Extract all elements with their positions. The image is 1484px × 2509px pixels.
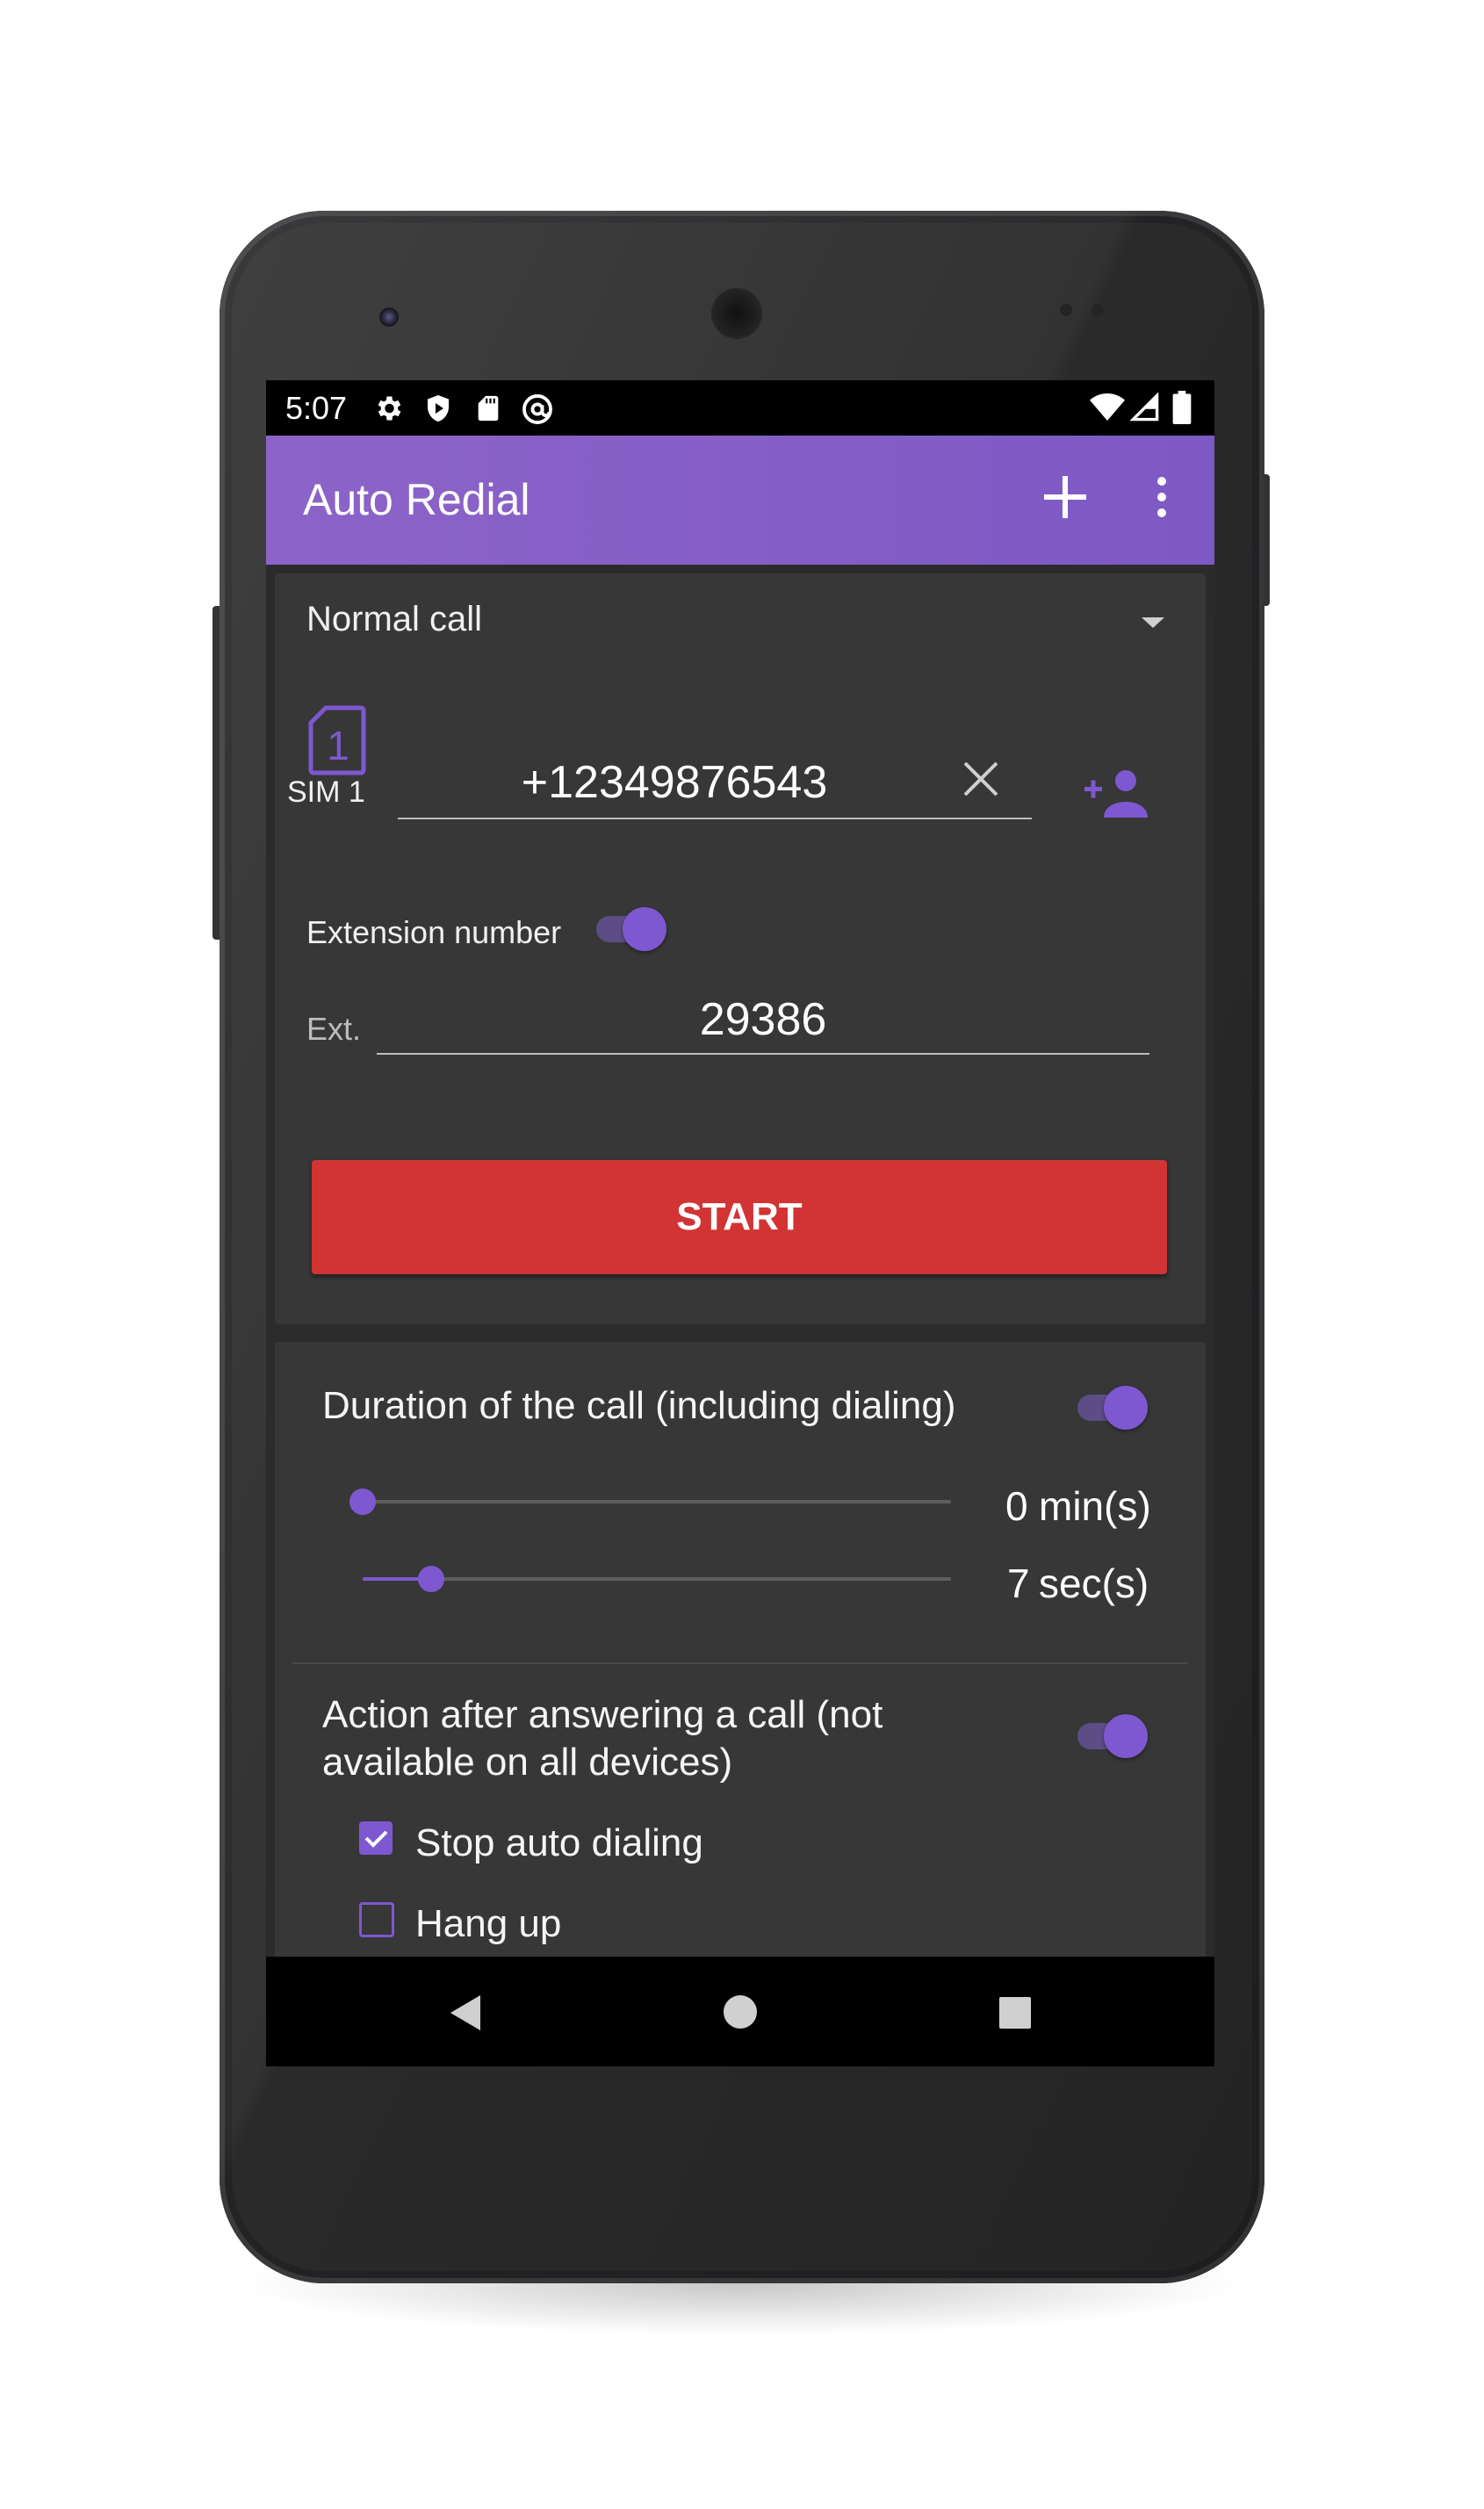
front-camera	[379, 307, 399, 327]
hang-up-checkbox[interactable]	[359, 1902, 394, 1937]
phone-number-value: +12349876543	[521, 757, 828, 808]
call-type-label: Normal call	[306, 600, 483, 638]
option-stop-auto-dialing[interactable]: Stop auto dialing	[359, 1816, 886, 1869]
phone-number-field[interactable]: +12349876543	[398, 749, 1032, 819]
gear-icon	[378, 396, 401, 421]
ext-value: 29386	[699, 994, 827, 1045]
check-icon	[364, 1830, 388, 1848]
sim-number: 1	[327, 723, 349, 768]
minutes-slider-track	[363, 1500, 951, 1503]
add-contact-icon[interactable]	[1081, 768, 1153, 821]
home-icon[interactable]	[722, 1994, 759, 2030]
stop-auto-dialing-label: Stop auto dialing	[415, 1821, 703, 1864]
earpiece-speaker	[711, 288, 762, 339]
sim-card-icon: 1	[308, 705, 366, 775]
seconds-value: 7	[1007, 1561, 1030, 1606]
call-type-dropdown[interactable]: Normal call	[275, 573, 1206, 670]
call-setup-card: Normal call 1 SIM 1 +12349876543 Extensi…	[275, 573, 1206, 1324]
battery-icon	[1172, 391, 1192, 424]
seconds-slider[interactable]	[345, 1560, 951, 1598]
more-vert-icon[interactable]	[1144, 471, 1179, 523]
options-card: Duration of the call (including dialing)…	[275, 1342, 1206, 1992]
at-sign-icon	[522, 394, 552, 424]
screen: 5:07 Auto Redial Normal call 1 SIM 1 +12…	[266, 380, 1214, 2066]
stop-auto-dialing-checkbox[interactable]	[359, 1821, 393, 1855]
phone-number-underline	[398, 818, 1032, 819]
add-icon[interactable]	[1039, 471, 1091, 523]
after-answer-switch[interactable]	[1072, 1709, 1149, 1762]
extension-label: Extension number	[306, 914, 562, 950]
sim-selector[interactable]: 1 SIM 1	[287, 705, 384, 837]
minutes-unit: min(s)	[1039, 1483, 1151, 1529]
ext-prefix: Ext.	[306, 1011, 362, 1047]
ext-field[interactable]: 29386	[377, 984, 1149, 1055]
ext-underline	[377, 1053, 1149, 1055]
shield-icon	[428, 395, 449, 422]
seconds-unit: sec(s)	[1039, 1561, 1149, 1606]
minutes-slider-thumb[interactable]	[349, 1489, 376, 1515]
hang-up-label: Hang up	[415, 1902, 562, 1945]
sd-card-icon	[478, 395, 499, 422]
minutes-slider[interactable]	[345, 1482, 951, 1521]
wifi-icon	[1090, 393, 1125, 421]
status-time: 5:07	[285, 390, 348, 426]
sim-label: SIM 1	[287, 775, 365, 809]
start-button[interactable]: START	[312, 1160, 1167, 1274]
extension-switch[interactable]	[591, 902, 668, 955]
light-sensor	[1091, 304, 1104, 316]
seconds-slider-track	[363, 1577, 951, 1581]
app-title: Auto Redial	[303, 475, 530, 524]
duration-label: Duration of the call (including dialing)	[322, 1384, 956, 1427]
duration-switch[interactable]	[1072, 1381, 1149, 1433]
after-answer-label: Action after answering a call (not avail…	[322, 1691, 882, 1786]
status-bar: 5:07	[266, 380, 1214, 436]
seconds-slider-thumb[interactable]	[418, 1566, 444, 1592]
signal-icon	[1130, 393, 1159, 422]
proximity-sensor	[1060, 304, 1072, 316]
switch-thumb	[623, 907, 666, 951]
app-bar: Auto Redial	[266, 436, 1214, 565]
option-hang-up[interactable]: Hang up	[359, 1897, 886, 1950]
dropdown-arrow-icon	[1142, 617, 1164, 628]
section-divider	[292, 1662, 1188, 1664]
navigation-bar	[266, 1957, 1214, 2066]
after-answer-label-line1: Action after answering a call (not	[322, 1693, 883, 1736]
switch-thumb	[1104, 1714, 1148, 1758]
switch-thumb	[1104, 1386, 1148, 1430]
after-answer-label-line2: available on all devices)	[322, 1741, 733, 1784]
recents-icon[interactable]	[998, 1995, 1033, 2030]
clear-icon[interactable]	[960, 758, 1002, 800]
back-icon[interactable]	[449, 1994, 484, 2032]
minutes-value: 0	[1005, 1483, 1028, 1529]
